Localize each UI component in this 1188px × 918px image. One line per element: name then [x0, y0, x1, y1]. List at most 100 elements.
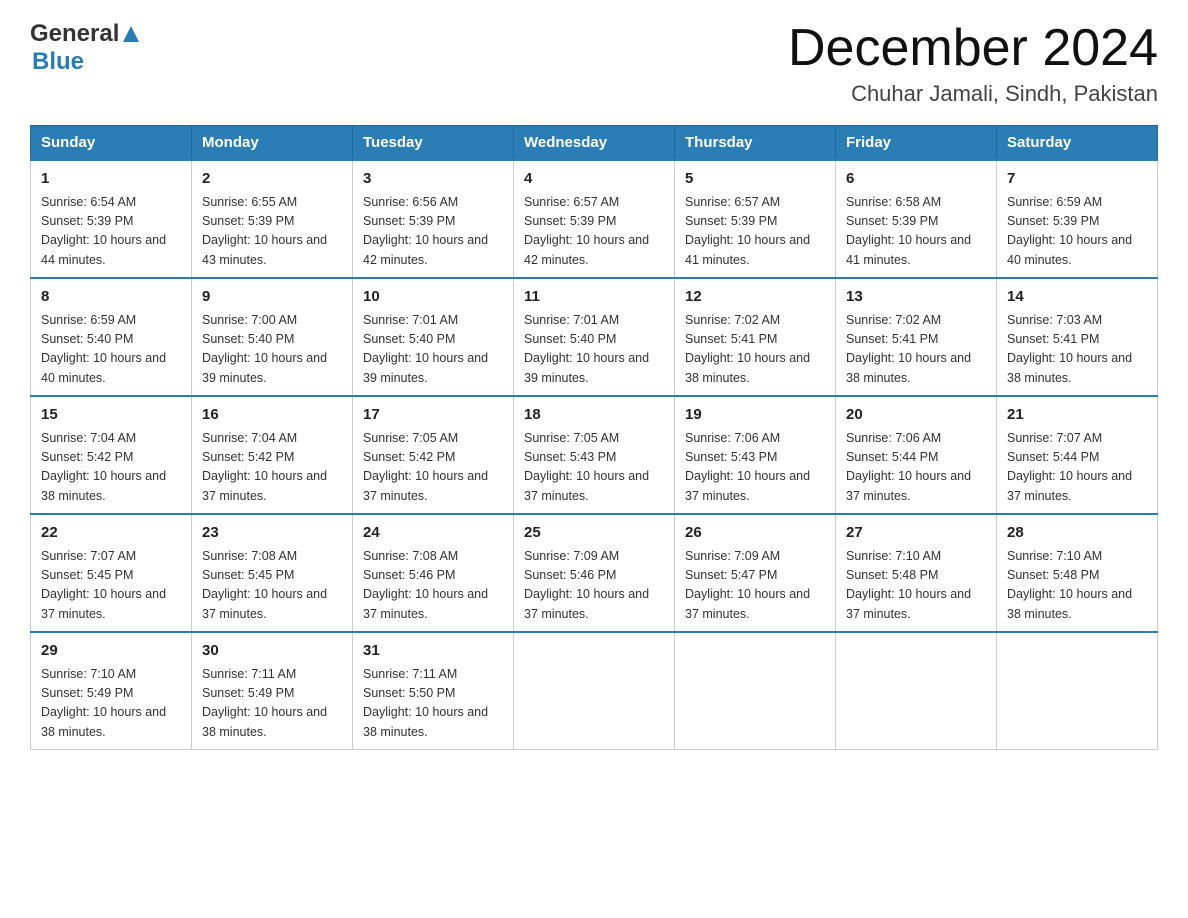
month-title: December 2024 — [788, 20, 1158, 77]
calendar-cell: 26 Sunrise: 7:09 AMSunset: 5:47 PMDayligh… — [675, 514, 836, 632]
day-number: 26 — [685, 522, 825, 545]
day-info: Sunrise: 7:06 AMSunset: 5:43 PMDaylight:… — [685, 431, 810, 503]
calendar-cell: 25Sunrise: 7:09 AMSunset: 5:46 PMDayligh… — [514, 514, 675, 632]
day-number: 20 — [846, 404, 986, 427]
page-header: General Blue December 2024 Chuhar Jamali… — [30, 20, 1158, 107]
day-number: 31 — [363, 640, 503, 663]
logo: General Blue — [30, 20, 140, 76]
calendar-header: SundayMondayTuesdayWednesdayThursdayFrid… — [31, 126, 1158, 161]
day-number: 12 — [685, 286, 825, 309]
column-header-saturday: Saturday — [997, 126, 1158, 161]
calendar-cell: 18 Sunrise: 7:05 AMSunset: 5:43 PMDayligh… — [514, 396, 675, 514]
column-header-sunday: Sunday — [31, 126, 192, 161]
day-number: 5 — [685, 168, 825, 191]
day-info: Sunrise: 7:06 AMSunset: 5:44 PMDaylight:… — [846, 431, 971, 503]
day-number: 8 — [41, 286, 181, 309]
calendar-cell: 29 Sunrise: 7:10 AMSunset: 5:49 PMDayligh… — [31, 632, 192, 750]
day-number: 9 — [202, 286, 342, 309]
calendar-cell: 20 Sunrise: 7:06 AMSunset: 5:44 PMDayligh… — [836, 396, 997, 514]
calendar-week-row: 1Sunrise: 6:54 AMSunset: 5:39 PMDaylight… — [31, 160, 1158, 278]
day-info: Sunrise: 7:09 AMSunset: 5:47 PMDaylight:… — [685, 549, 810, 621]
day-info: Sunrise: 6:57 AMSunset: 5:39 PMDaylight:… — [524, 195, 649, 267]
calendar-cell: 12 Sunrise: 7:02 AMSunset: 5:41 PMDayligh… — [675, 278, 836, 396]
calendar-cell — [675, 632, 836, 750]
calendar-cell: 3Sunrise: 6:56 AMSunset: 5:39 PMDaylight… — [353, 160, 514, 278]
calendar-cell: 1Sunrise: 6:54 AMSunset: 5:39 PMDaylight… — [31, 160, 192, 278]
calendar-cell: 24 Sunrise: 7:08 AMSunset: 5:46 PMDayligh… — [353, 514, 514, 632]
day-info: Sunrise: 7:05 AMSunset: 5:43 PMDaylight:… — [524, 431, 649, 503]
calendar-cell: 19 Sunrise: 7:06 AMSunset: 5:43 PMDayligh… — [675, 396, 836, 514]
day-info: Sunrise: 7:07 AMSunset: 5:45 PMDaylight:… — [41, 549, 166, 621]
calendar-cell — [514, 632, 675, 750]
day-number: 28 — [1007, 522, 1147, 545]
day-info: Sunrise: 6:59 AMSunset: 5:39 PMDaylight:… — [1007, 195, 1132, 267]
day-info: Sunrise: 6:57 AMSunset: 5:39 PMDaylight:… — [685, 195, 810, 267]
day-info: Sunrise: 7:10 AMSunset: 5:48 PMDaylight:… — [1007, 549, 1132, 621]
calendar-table: SundayMondayTuesdayWednesdayThursdayFrid… — [30, 125, 1158, 750]
day-number: 29 — [41, 640, 181, 663]
logo-general-text: General — [30, 20, 119, 48]
calendar-week-row: 15 Sunrise: 7:04 AMSunset: 5:42 PMDayligh… — [31, 396, 1158, 514]
day-number: 15 — [41, 404, 181, 427]
day-info: Sunrise: 6:54 AMSunset: 5:39 PMDaylight:… — [41, 195, 166, 267]
calendar-body: 1Sunrise: 6:54 AMSunset: 5:39 PMDaylight… — [31, 160, 1158, 750]
calendar-cell: 11Sunrise: 7:01 AMSunset: 5:40 PMDayligh… — [514, 278, 675, 396]
calendar-cell: 2 Sunrise: 6:55 AMSunset: 5:39 PMDaylight… — [192, 160, 353, 278]
calendar-cell: 5 Sunrise: 6:57 AMSunset: 5:39 PMDaylight… — [675, 160, 836, 278]
calendar-cell: 28 Sunrise: 7:10 AMSunset: 5:48 PMDayligh… — [997, 514, 1158, 632]
day-info: Sunrise: 6:55 AMSunset: 5:39 PMDaylight:… — [202, 195, 327, 267]
day-info: Sunrise: 7:10 AMSunset: 5:48 PMDaylight:… — [846, 549, 971, 621]
day-number: 7 — [1007, 168, 1147, 191]
calendar-cell: 22 Sunrise: 7:07 AMSunset: 5:45 PMDayligh… — [31, 514, 192, 632]
day-number: 14 — [1007, 286, 1147, 309]
location-subtitle: Chuhar Jamali, Sindh, Pakistan — [788, 81, 1158, 107]
column-header-thursday: Thursday — [675, 126, 836, 161]
day-info: Sunrise: 6:59 AMSunset: 5:40 PMDaylight:… — [41, 313, 166, 385]
day-number: 19 — [685, 404, 825, 427]
day-info: Sunrise: 7:04 AMSunset: 5:42 PMDaylight:… — [41, 431, 166, 503]
calendar-cell: 7 Sunrise: 6:59 AMSunset: 5:39 PMDaylight… — [997, 160, 1158, 278]
day-number: 4 — [524, 168, 664, 191]
day-number: 2 — [202, 168, 342, 191]
calendar-cell: 27Sunrise: 7:10 AMSunset: 5:48 PMDayligh… — [836, 514, 997, 632]
day-number: 6 — [846, 168, 986, 191]
title-block: December 2024 Chuhar Jamali, Sindh, Paki… — [788, 20, 1158, 107]
day-number: 22 — [41, 522, 181, 545]
day-info: Sunrise: 7:08 AMSunset: 5:46 PMDaylight:… — [363, 549, 488, 621]
column-header-tuesday: Tuesday — [353, 126, 514, 161]
calendar-cell: 21Sunrise: 7:07 AMSunset: 5:44 PMDayligh… — [997, 396, 1158, 514]
logo-triangle-icon — [122, 25, 140, 43]
day-info: Sunrise: 7:02 AMSunset: 5:41 PMDaylight:… — [846, 313, 971, 385]
calendar-cell: 31Sunrise: 7:11 AMSunset: 5:50 PMDayligh… — [353, 632, 514, 750]
day-number: 11 — [524, 286, 664, 309]
day-info: Sunrise: 7:05 AMSunset: 5:42 PMDaylight:… — [363, 431, 488, 503]
calendar-cell: 9Sunrise: 7:00 AMSunset: 5:40 PMDaylight… — [192, 278, 353, 396]
calendar-cell: 17 Sunrise: 7:05 AMSunset: 5:42 PMDayligh… — [353, 396, 514, 514]
day-number: 16 — [202, 404, 342, 427]
day-number: 13 — [846, 286, 986, 309]
day-info: Sunrise: 7:08 AMSunset: 5:45 PMDaylight:… — [202, 549, 327, 621]
day-number: 10 — [363, 286, 503, 309]
calendar-cell: 13 Sunrise: 7:02 AMSunset: 5:41 PMDayligh… — [836, 278, 997, 396]
calendar-cell: 14 Sunrise: 7:03 AMSunset: 5:41 PMDayligh… — [997, 278, 1158, 396]
day-number: 23 — [202, 522, 342, 545]
logo-blue-text: Blue — [32, 48, 84, 75]
day-info: Sunrise: 7:01 AMSunset: 5:40 PMDaylight:… — [363, 313, 488, 385]
day-number: 18 — [524, 404, 664, 427]
day-info: Sunrise: 6:56 AMSunset: 5:39 PMDaylight:… — [363, 195, 488, 267]
day-info: Sunrise: 6:58 AMSunset: 5:39 PMDaylight:… — [846, 195, 971, 267]
day-number: 30 — [202, 640, 342, 663]
day-number: 17 — [363, 404, 503, 427]
calendar-week-row: 8 Sunrise: 6:59 AMSunset: 5:40 PMDaylight… — [31, 278, 1158, 396]
calendar-cell: 8 Sunrise: 6:59 AMSunset: 5:40 PMDaylight… — [31, 278, 192, 396]
day-number: 24 — [363, 522, 503, 545]
day-info: Sunrise: 7:09 AMSunset: 5:46 PMDaylight:… — [524, 549, 649, 621]
day-info: Sunrise: 7:10 AMSunset: 5:49 PMDaylight:… — [41, 667, 166, 739]
day-info: Sunrise: 7:03 AMSunset: 5:41 PMDaylight:… — [1007, 313, 1132, 385]
calendar-cell — [836, 632, 997, 750]
calendar-cell: 15 Sunrise: 7:04 AMSunset: 5:42 PMDayligh… — [31, 396, 192, 514]
calendar-cell: 16Sunrise: 7:04 AMSunset: 5:42 PMDayligh… — [192, 396, 353, 514]
calendar-cell — [997, 632, 1158, 750]
day-info: Sunrise: 7:02 AMSunset: 5:41 PMDaylight:… — [685, 313, 810, 385]
calendar-cell: 23 Sunrise: 7:08 AMSunset: 5:45 PMDayligh… — [192, 514, 353, 632]
